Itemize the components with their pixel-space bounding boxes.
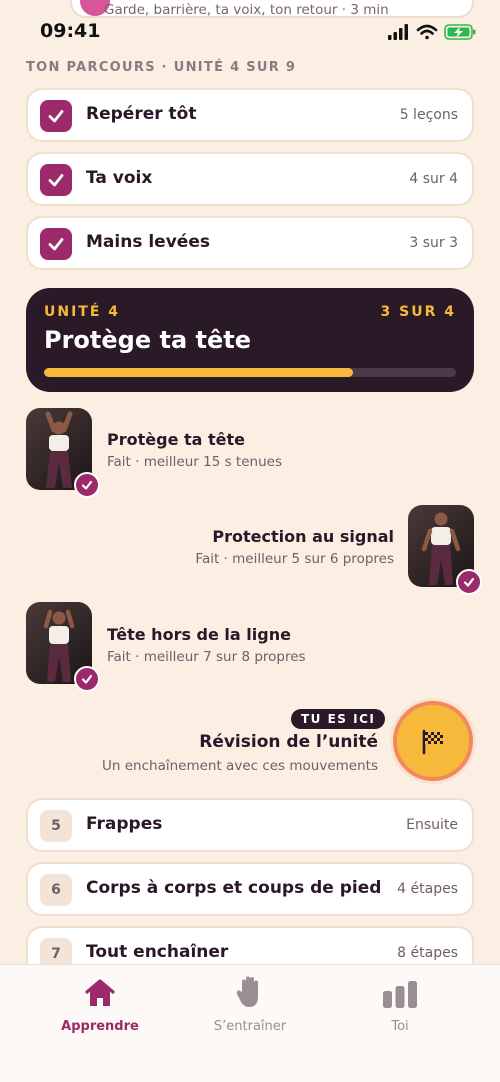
journey-section-title: TON PARCOURS · UNITÉ 4 SUR 9	[26, 60, 297, 75]
unit-number: 5	[40, 810, 72, 842]
current-unit-title: Protège ta tête	[44, 326, 251, 354]
lesson-completed-check-icon	[456, 569, 482, 595]
unit-review-subtitle: Un enchaînement avec ces mouvements	[102, 758, 378, 774]
unit-number: 6	[40, 874, 72, 906]
checkbox-checked-icon	[40, 164, 72, 196]
unit-meta: 3 sur 3	[409, 235, 458, 251]
cellular-signal-icon	[388, 24, 408, 40]
status-time: 09:41	[40, 20, 101, 42]
tab-apprendre[interactable]: Apprendre	[40, 975, 160, 1034]
bottom-tab-bar: Apprendre S’entraîner Toi	[0, 964, 500, 1082]
lesson-title[interactable]: Tête hors de la ligne	[107, 625, 291, 644]
unit-card-reperer-tot[interactable]: Repérer tôt 5 leçons	[26, 88, 474, 142]
status-icons	[388, 24, 476, 40]
unit-card-ta-voix[interactable]: Ta voix 4 sur 4	[26, 152, 474, 206]
current-unit-progress-bar	[44, 368, 456, 377]
current-unit-card[interactable]: UNITÉ 4 3 SUR 4 Protège ta tête	[26, 288, 474, 392]
lesson-subtitle: Fait · meilleur 15 s tenues	[107, 454, 282, 470]
unit-meta: 8 étapes	[397, 945, 458, 961]
stats-icon	[383, 981, 417, 1008]
lesson-subtitle: Fait · meilleur 7 sur 8 propres	[107, 649, 306, 665]
hand-icon	[236, 976, 258, 1007]
unit-label: Mains levées	[86, 232, 210, 252]
current-unit-tag: UNITÉ 4	[44, 304, 121, 320]
home-icon	[85, 979, 115, 1006]
checkbox-checked-icon	[40, 228, 72, 260]
unit-card-mains-levees[interactable]: Mains levées 3 sur 3	[26, 216, 474, 270]
tab-s-entrainer[interactable]: S’entraîner	[190, 975, 310, 1034]
lesson-title[interactable]: Protection au signal	[212, 527, 394, 546]
previous-lesson-card[interactable]: Garde, barrière, ta voix, ton retour · 3…	[70, 0, 474, 18]
unit-card-frappes[interactable]: 5 Frappes Ensuite	[26, 798, 474, 852]
lesson-completed-check-icon	[74, 472, 100, 498]
lesson-completed-check-icon	[74, 666, 100, 692]
unit-meta: 4 étapes	[397, 881, 458, 897]
unit-meta: 5 leçons	[399, 107, 458, 123]
checkered-flag-icon	[422, 729, 443, 755]
unit-label: Tout enchaîner	[86, 942, 229, 962]
tab-label: S’entraîner	[213, 1019, 287, 1034]
tab-toi[interactable]: Toi	[340, 975, 460, 1034]
unit-label: Corps à corps et coups de pied	[86, 878, 382, 898]
wifi-icon	[416, 24, 438, 40]
tab-label: Toi	[391, 1019, 409, 1034]
battery-charging-icon	[444, 24, 476, 40]
unit-label: Ta voix	[86, 168, 153, 188]
previous-lesson-subtitle: Garde, barrière, ta voix, ton retour · 3…	[104, 2, 389, 18]
unit-meta: 4 sur 4	[409, 171, 458, 187]
current-unit-count: 3 SUR 4	[380, 304, 456, 320]
unit-review-title[interactable]: Révision de l’unité	[199, 732, 378, 752]
unit-label: Repérer tôt	[86, 104, 197, 124]
lesson-subtitle: Fait · meilleur 5 sur 6 propres	[195, 551, 394, 567]
checkbox-checked-icon	[40, 100, 72, 132]
you-are-here-badge: TU ES ICI	[291, 709, 386, 729]
unit-review-start-button[interactable]	[393, 701, 473, 781]
tab-label: Apprendre	[61, 1019, 139, 1034]
unit-meta: Ensuite	[406, 817, 458, 833]
unit-card-corps-a-corps[interactable]: 6 Corps à corps et coups de pied 4 étape…	[26, 862, 474, 916]
unit-label: Frappes	[86, 814, 163, 834]
lesson-title[interactable]: Protège ta tête	[107, 430, 245, 449]
progress-fill	[44, 368, 353, 377]
